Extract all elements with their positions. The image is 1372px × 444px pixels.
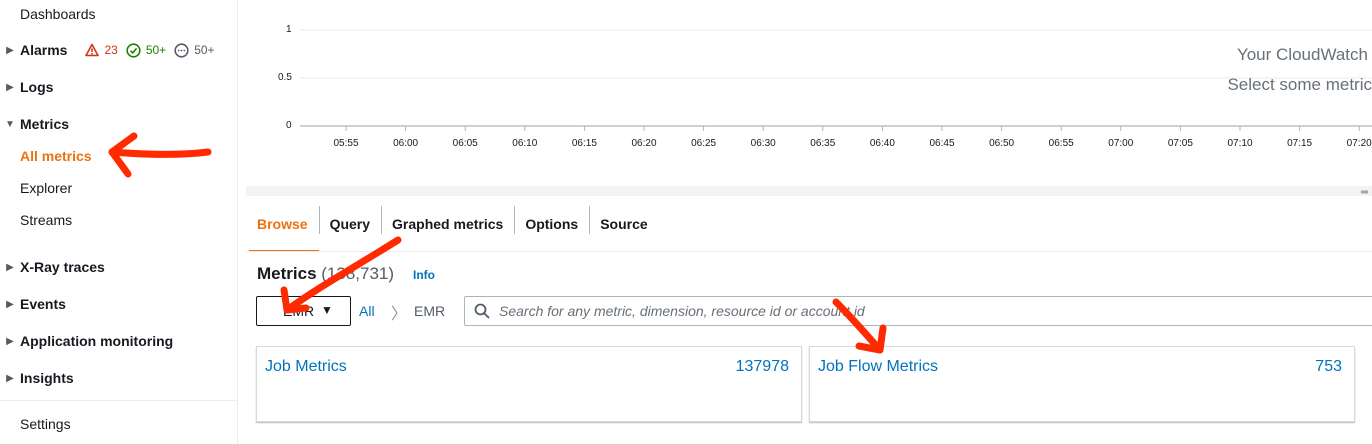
x-tick-label: 06:45 <box>929 138 955 149</box>
tab-bar: Browse Query Graphed metrics Options Sou… <box>246 196 1372 252</box>
metrics-total-count: (138,731) <box>321 264 395 283</box>
caret-down-icon: ▼ <box>321 303 333 317</box>
chevron-right-icon: 〉 <box>391 306 408 323</box>
x-tick-label: 06:25 <box>691 138 717 149</box>
x-tick-label: 07:00 <box>1108 138 1134 149</box>
nav-explorer[interactable]: Explorer <box>20 180 72 196</box>
x-tick-label: 07:15 <box>1287 138 1313 149</box>
tab-label: Graphed metrics <box>392 216 504 232</box>
x-tick-label: 05:55 <box>333 138 359 149</box>
card-title-link[interactable]: Job Metrics <box>265 358 347 376</box>
empty-graph-title: Your CloudWatch <box>1236 45 1368 64</box>
x-tick-label: 06:40 <box>869 138 895 149</box>
caret-right-icon: ▶ <box>6 81 14 93</box>
sidebar: Dashboards ▶ Alarms 23 50+ 50+ ▶ Logs ▼ … <box>0 0 238 444</box>
metrics-heading-label: Metrics <box>257 264 317 283</box>
caret-right-icon: ▶ <box>6 298 14 310</box>
nav-insights[interactable]: ▶ Insights <box>0 370 74 386</box>
nav-metrics-label: Metrics <box>20 116 70 132</box>
nav-logs[interactable]: ▶ Logs <box>0 79 53 95</box>
alarm-badges: 23 50+ 50+ <box>85 42 215 58</box>
tab-label: Options <box>525 216 579 232</box>
tab-graphed-metrics[interactable]: Graphed metrics <box>381 196 514 252</box>
nav-events[interactable]: ▶ Events <box>0 296 66 312</box>
nav-settings[interactable]: Settings <box>20 416 71 432</box>
caret-right-icon: ▶ <box>6 335 14 347</box>
card-metric-count: 753 <box>1315 358 1342 375</box>
nav-app-monitoring[interactable]: ▶ Application monitoring <box>0 333 173 349</box>
nav-streams-label: Streams <box>20 212 73 228</box>
tab-label: Query <box>329 216 371 232</box>
resize-handle-icon[interactable]: ═ <box>1361 188 1368 198</box>
breadcrumb-all[interactable]: All <box>359 303 375 319</box>
warning-triangle-icon <box>85 43 100 57</box>
nav-alarms-label: Alarms <box>20 42 68 58</box>
nav-streams[interactable]: Streams <box>20 212 72 228</box>
sidebar-divider <box>0 400 238 401</box>
caret-right-icon: ▶ <box>6 372 14 384</box>
nav-insights-label: Insights <box>20 370 74 386</box>
caret-right-icon: ▶ <box>6 261 14 273</box>
search-placeholder: Search for any metric, dimension, resour… <box>499 303 865 319</box>
metrics-heading: Metrics (138,731) <box>257 264 394 284</box>
nav-explorer-label: Explorer <box>20 180 73 196</box>
nav-xray[interactable]: ▶ X-Ray traces <box>0 259 105 275</box>
nav-settings-label: Settings <box>20 416 71 432</box>
tab-options[interactable]: Options <box>514 196 589 252</box>
x-tick-label: 06:35 <box>810 138 836 149</box>
caret-down-icon: ▼ <box>5 118 15 130</box>
x-tick-label: 06:50 <box>989 138 1015 149</box>
tab-underline <box>246 251 1372 252</box>
tab-label: Source <box>600 216 648 232</box>
breadcrumb-current: EMR <box>414 303 446 319</box>
empty-graph-subtitle: Select some metric <box>1227 75 1372 94</box>
card-title-link[interactable]: Job Flow Metrics <box>818 358 938 376</box>
nav-xray-label: X-Ray traces <box>20 259 105 275</box>
x-tick-label: 07:10 <box>1227 138 1253 149</box>
nav-events-label: Events <box>20 296 66 312</box>
metrics-graph: 1 0.5 0 05:55 06:00 06:05 06:10 06:15 06:20 06… <box>246 0 1372 186</box>
check-circle-icon <box>126 42 141 58</box>
tab-source[interactable]: Source <box>589 196 658 252</box>
card-metric-count: 137978 <box>735 358 789 375</box>
nav-metrics[interactable]: ▼ Metrics <box>0 116 69 132</box>
x-tick-label: 06:20 <box>631 138 657 149</box>
x-tick-label: 06:00 <box>393 138 419 149</box>
x-tick-label: 06:55 <box>1048 138 1074 149</box>
caret-right-icon: ▶ <box>6 44 14 56</box>
metric-category-card[interactable]: Job Metrics 137978 <box>256 346 802 422</box>
graph-grid <box>300 29 1372 131</box>
tab-label: Browse <box>257 216 308 232</box>
more-circle-icon <box>174 42 189 58</box>
x-tick-label: 06:30 <box>750 138 776 149</box>
tab-query[interactable]: Query <box>318 196 381 252</box>
nav-logs-label: Logs <box>20 79 54 95</box>
metric-category-card[interactable]: Job Flow Metrics 753 <box>809 346 1355 422</box>
metric-search-input[interactable]: Search for any metric, dimension, resour… <box>464 296 1372 326</box>
nav-app-monitoring-label: Application monitoring <box>20 333 174 349</box>
x-tick-label: 07:05 <box>1167 138 1193 149</box>
nav-dashboards[interactable]: Dashboards <box>20 6 96 22</box>
alarm-count-ok: 50+ <box>145 43 167 57</box>
nav-dashboards-label: Dashboards <box>20 6 96 22</box>
tab-browse[interactable]: Browse <box>246 196 319 252</box>
search-icon <box>474 303 490 319</box>
panel-divider <box>246 186 1372 196</box>
nav-all-metrics-label: All metrics <box>20 148 92 164</box>
x-tick-label: 06:15 <box>571 138 597 149</box>
nav-all-metrics[interactable]: All metrics <box>20 148 92 164</box>
info-link[interactable]: Info <box>413 268 435 282</box>
x-tick-label: 06:05 <box>452 138 478 149</box>
x-tick-label: 07:20 <box>1346 138 1372 149</box>
namespace-select-value: EMR <box>283 303 315 319</box>
nav-alarms[interactable]: ▶ Alarms 23 50+ 50+ <box>0 42 215 58</box>
x-tick-label: 06:10 <box>512 138 538 149</box>
alarm-count-insufficient: 50+ <box>194 43 215 57</box>
alarm-count-in-alarm: 23 <box>104 43 118 57</box>
namespace-select[interactable]: EMR ▼ <box>256 296 351 326</box>
